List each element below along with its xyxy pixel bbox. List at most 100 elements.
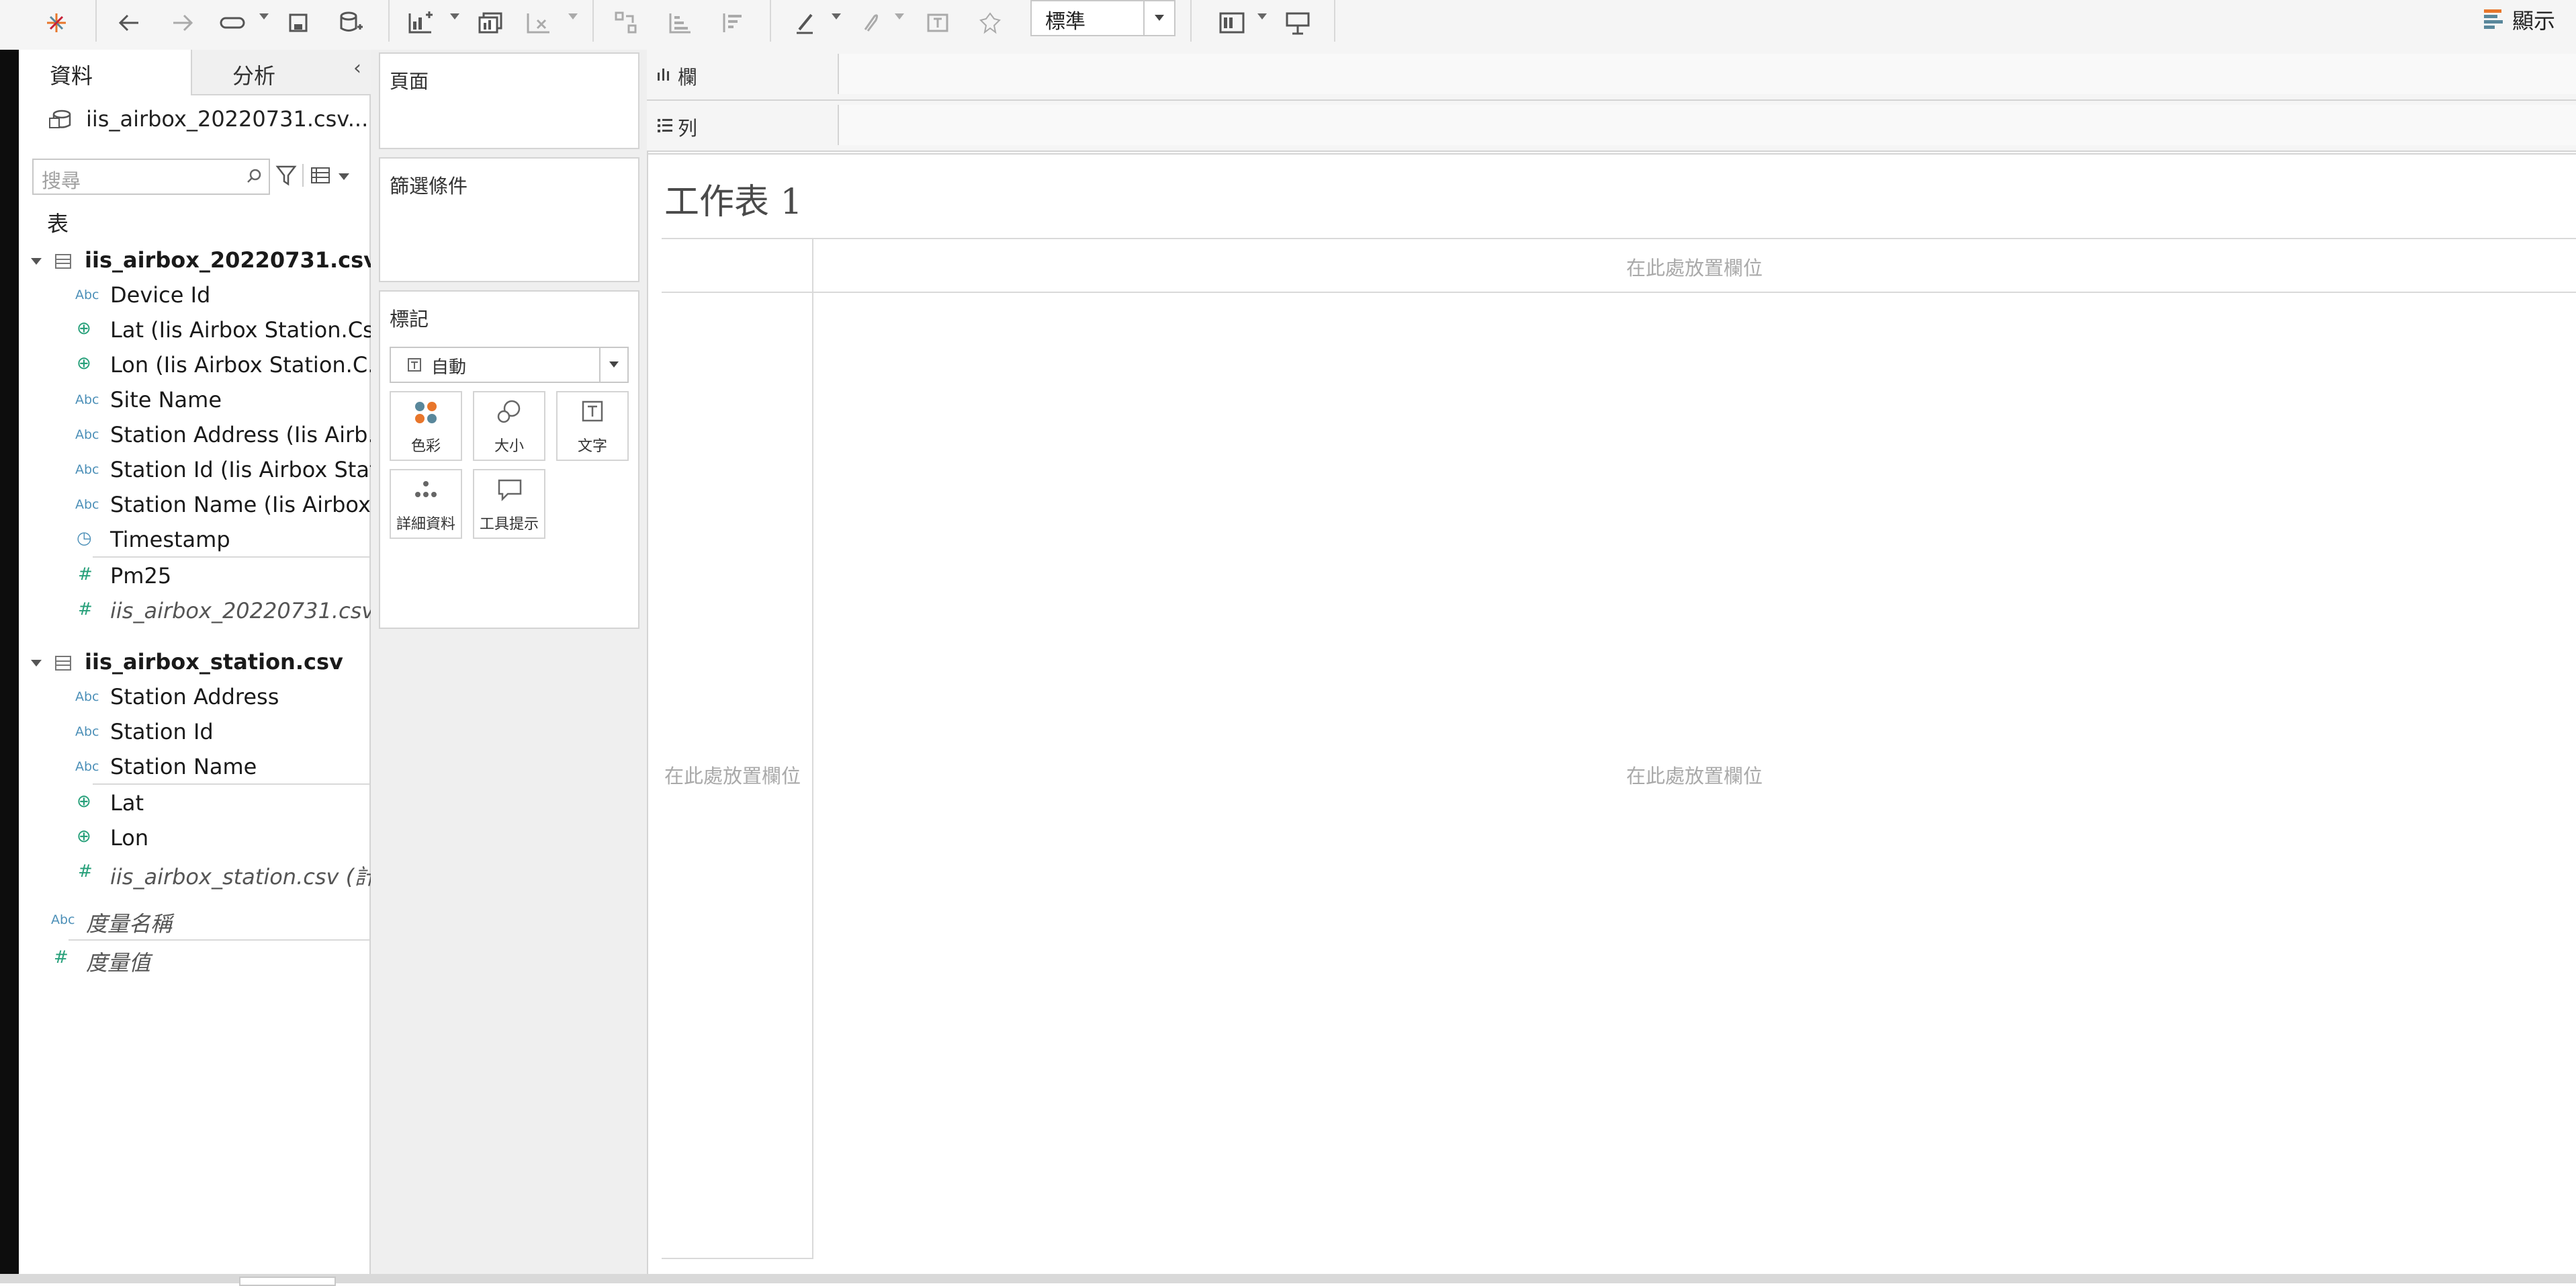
string-icon: Abc [75, 462, 99, 477]
field-label: 度量名稱 [86, 911, 173, 937]
field-label: Station Id [110, 719, 214, 744]
field-label: Device Id [110, 282, 211, 308]
marks-title: 標記 [390, 308, 429, 331]
show-me-button[interactable]: 顯示 [2483, 3, 2570, 36]
chevron-down-icon[interactable] [599, 348, 627, 382]
rows-field-drop[interactable]: 在此處放置欄位 [662, 293, 812, 1258]
detail-button[interactable]: 詳細資料 [390, 469, 462, 539]
collapse-icon[interactable] [31, 660, 42, 667]
clear-icon[interactable] [521, 5, 556, 40]
tableau-logo-icon[interactable] [39, 5, 74, 40]
undo-icon[interactable] [112, 5, 146, 40]
search-placeholder: 搜尋 [42, 169, 81, 192]
sort-asc-icon[interactable] [662, 5, 697, 40]
field-station-name-joined[interactable]: Abc Station Name (Iis Airbox... [19, 489, 391, 523]
filter-icon[interactable] [275, 164, 297, 187]
tab-data-label: 資料 [50, 63, 93, 89]
show-me-label: 顯示 [2512, 8, 2556, 34]
field-count-airbox[interactable]: # iis_airbox_20220731.csv (... [19, 595, 410, 629]
table-icon [55, 656, 71, 671]
label-icon[interactable] [920, 5, 955, 40]
field-device-id[interactable]: Abc Device Id [19, 280, 369, 313]
view-drop-area[interactable]: 在此處放置欄位 [813, 293, 2576, 1258]
detail-label: 詳細資料 [396, 516, 455, 533]
tooltip-button[interactable]: 工具提示 [473, 469, 545, 539]
new-worksheet-icon[interactable] [403, 5, 438, 40]
size-button[interactable]: 大小 [473, 391, 545, 461]
text-label: 文字 [577, 438, 607, 455]
sheet-tab-active[interactable] [239, 1277, 336, 1286]
sheet-title[interactable]: 工作表 1 [664, 173, 803, 224]
cards-column: 頁面 篩選條件 標記 自動 色彩 大小 文字 詳細資料 工具提示 [371, 50, 648, 1283]
field-station-id-joined[interactable]: Abc Station Id (Iis Airbox Stat... [19, 454, 398, 488]
field-label: 度量值 [86, 950, 151, 976]
field-label: Pm25 [110, 563, 172, 589]
field-station-address[interactable]: Abc Station Address [19, 681, 369, 715]
view-size-select[interactable]: 標準 [1030, 0, 1175, 36]
pages-title: 頁面 [390, 70, 429, 93]
show-cards-icon[interactable] [1214, 5, 1249, 40]
field-lon[interactable]: ⊕ Lon [19, 822, 369, 856]
view-dropdown-icon[interactable] [339, 173, 349, 180]
search-field[interactable]: 搜尋 [32, 159, 270, 195]
field-timestamp[interactable]: ◷ Timestamp [19, 524, 369, 558]
mark-type-select[interactable]: 自動 [390, 347, 629, 383]
field-site-name[interactable]: Abc Site Name [19, 384, 369, 418]
datetime-icon: ◷ [77, 528, 92, 548]
rows-label: 列 [678, 117, 698, 140]
sort-desc-icon[interactable] [716, 5, 751, 40]
swap-icon[interactable] [609, 5, 643, 40]
highlight-icon[interactable] [789, 5, 824, 40]
tab-analytics[interactable]: 分析 ‹ [191, 50, 371, 95]
drop-field-hint: 在此處放置欄位 [1626, 257, 1763, 280]
field-measure-values[interactable]: # 度量值 [19, 943, 369, 977]
collapse-icon[interactable] [31, 258, 42, 265]
new-datasource-icon[interactable] [333, 5, 368, 40]
replay-icon[interactable] [215, 5, 250, 40]
marks-card: 標記 自動 色彩 大小 文字 詳細資料 工具提示 [379, 290, 639, 629]
string-icon: Abc [75, 689, 99, 704]
presentation-icon[interactable] [1280, 5, 1315, 40]
field-station-name[interactable]: Abc Station Name [19, 751, 369, 785]
text-button[interactable]: 文字 [556, 391, 629, 461]
table-header-1[interactable]: iis_airbox_20220731.csv [19, 245, 377, 278]
view-list-icon[interactable] [310, 167, 330, 184]
field-station-address-joined[interactable]: Abc Station Address (Iis Airb... [19, 419, 388, 453]
field-pm25[interactable]: # Pm25 [19, 560, 369, 594]
columns-field-drop[interactable]: 在此處放置欄位 [813, 239, 2576, 292]
table-name: iis_airbox_20220731.csv [85, 247, 378, 273]
field-label: iis_airbox_20220731.csv (... [110, 598, 410, 624]
size-label: 大小 [494, 438, 524, 455]
pin-icon[interactable] [973, 5, 1008, 40]
string-icon: Abc [75, 724, 99, 739]
field-station-id[interactable]: Abc Station Id [19, 716, 369, 750]
rows-drop-zone[interactable] [838, 105, 2576, 145]
number-icon: # [54, 947, 69, 968]
field-lon-joined[interactable]: ⊕ Lon (Iis Airbox Station.C... [19, 349, 388, 383]
globe-icon: ⊕ [77, 791, 91, 812]
datasource-item[interactable]: iis_airbox_20220731.csv... [48, 103, 368, 136]
field-measure-names[interactable]: Abc 度量名稱 [19, 904, 369, 938]
color-label: 色彩 [410, 438, 441, 455]
field-lat-joined[interactable]: ⊕ Lat (Iis Airbox Station.Cs... [19, 314, 394, 348]
columns-label: 欄 [678, 66, 698, 89]
field-label: Station Name [110, 754, 257, 779]
color-button[interactable]: 色彩 [390, 391, 462, 461]
redo-icon[interactable] [165, 5, 200, 40]
field-lat[interactable]: ⊕ Lat [19, 787, 369, 821]
columns-drop-zone[interactable] [838, 54, 2576, 94]
collapse-pane-icon[interactable]: ‹ [353, 56, 361, 80]
field-count-station[interactable]: # iis_airbox_station.csv (計數) [19, 857, 406, 891]
number-icon: # [78, 599, 93, 619]
duplicate-icon[interactable] [473, 5, 508, 40]
group-icon[interactable] [853, 5, 888, 40]
filters-card[interactable]: 篩選條件 [379, 157, 639, 282]
save-icon[interactable] [281, 5, 316, 40]
rows-icon [658, 119, 672, 132]
chevron-down-icon[interactable] [1143, 1, 1174, 35]
tab-analytics-label: 分析 [232, 63, 276, 89]
table-header-2[interactable]: iis_airbox_station.csv [19, 646, 369, 680]
pages-card[interactable]: 頁面 [379, 52, 639, 149]
tab-data[interactable]: 資料 [19, 50, 191, 94]
number-icon: # [78, 861, 93, 882]
